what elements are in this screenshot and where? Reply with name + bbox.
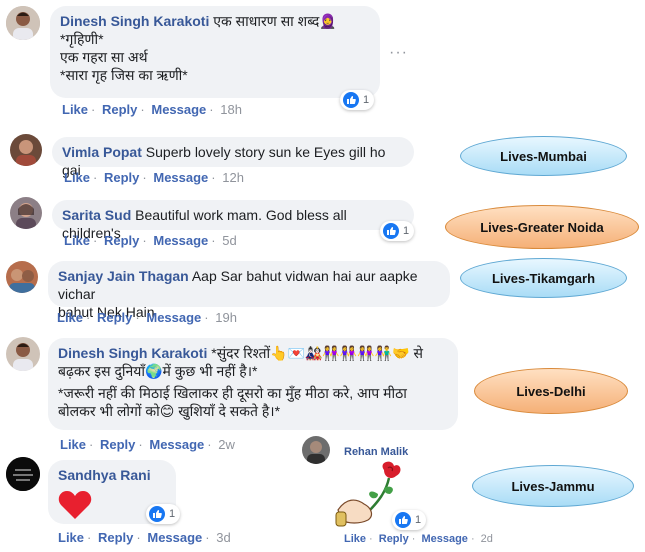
like-reaction-icon [395, 512, 411, 528]
like-reaction-icon [343, 92, 359, 108]
more-options-icon[interactable]: ··· [389, 44, 408, 62]
timestamp[interactable]: 2d [481, 533, 493, 545]
like-reaction-icon [149, 506, 165, 522]
avatar[interactable] [10, 134, 42, 166]
reaction-count[interactable]: 1 [146, 504, 181, 524]
comment-actions: Like · Reply · Message · 2d [344, 533, 493, 545]
like-link[interactable]: Like [64, 233, 90, 248]
comment-text: *गृहिणी* [60, 31, 104, 47]
comment-bubble: Sarita Sud Beautiful work mam. God bless… [52, 200, 414, 241]
timestamp[interactable]: 18h [220, 102, 242, 117]
like-link[interactable]: Like [60, 437, 86, 452]
avatar[interactable] [6, 457, 40, 491]
reply-link[interactable]: Reply [97, 310, 132, 325]
commenter-name[interactable]: Vimla Popat [62, 144, 142, 160]
message-link[interactable]: Message [153, 233, 208, 248]
timestamp[interactable]: 19h [215, 310, 237, 325]
comment-text: *सुंदर रिश्तों👆💌🎎👭👭👭👫🤝 से [211, 345, 423, 361]
message-link[interactable]: Message [151, 102, 206, 117]
message-link[interactable]: Message [147, 530, 202, 545]
avatar[interactable] [6, 261, 38, 293]
timestamp[interactable]: 2w [218, 437, 235, 452]
comment-actions: Like · Reply · Message · 5d [64, 233, 237, 248]
like-link[interactable]: Like [344, 533, 366, 545]
like-link[interactable]: Like [57, 310, 83, 325]
like-link[interactable]: Like [58, 530, 84, 545]
like-link[interactable]: Like [64, 170, 90, 185]
like-link[interactable]: Like [62, 102, 88, 117]
message-link[interactable]: Message [149, 437, 204, 452]
comment-actions: Like · Reply · Message · 18h [62, 102, 242, 117]
comment-actions: Like · Reply · Message · 2w [60, 437, 235, 452]
reply-link[interactable]: Reply [100, 437, 135, 452]
location-label: Lives-Tikamgarh [460, 258, 627, 298]
comment-actions: Like · Reply · Message · 19h [57, 310, 237, 325]
reply-link[interactable]: Reply [379, 533, 409, 545]
comment-bubble: Sanjay Jain Thagan Aap Sar bahut vidwan … [48, 261, 450, 320]
reply-link[interactable]: Reply [102, 102, 137, 117]
message-link[interactable]: Message [153, 170, 208, 185]
heart-icon [58, 491, 92, 519]
comment-text: *जरूरी नहीं की मिठाई खिलाकर ही दूसरो का … [58, 385, 407, 401]
commenter-name[interactable]: Sarita Sud [62, 207, 131, 223]
timestamp[interactable]: 12h [222, 170, 244, 185]
timestamp[interactable]: 3d [216, 530, 230, 545]
comment-text: *सारा गृह जिस का ऋणी* [60, 67, 188, 83]
reaction-count[interactable]: 1 [392, 510, 427, 530]
reply-link[interactable]: Reply [104, 233, 139, 248]
comment-bubble: Vimla Popat Superb lovely story sun ke E… [52, 137, 414, 178]
like-reaction-icon [383, 223, 399, 239]
avatar[interactable] [302, 436, 330, 464]
comment-text: एक साधारण सा शब्द🧕 [213, 13, 337, 29]
reply-link[interactable]: Reply [98, 530, 133, 545]
comment-actions: Like · Reply · Message · 3d [58, 530, 231, 545]
avatar[interactable] [6, 6, 40, 40]
message-link[interactable]: Message [146, 310, 201, 325]
location-label: Lives-Mumbai [460, 136, 627, 176]
comment-bubble: Dinesh Singh Karakoti एक साधारण सा शब्द🧕… [50, 6, 380, 98]
comment-text: बोलकर भी लोगों को😊 खुशियाँ दे सकते है।* [58, 403, 281, 419]
reaction-count[interactable]: 1 [380, 221, 415, 241]
commenter-name[interactable]: Dinesh Singh Karakoti [58, 345, 207, 361]
message-link[interactable]: Message [421, 533, 467, 545]
commenter-name[interactable]: Sandhya Rani [58, 467, 151, 483]
timestamp[interactable]: 5d [222, 233, 236, 248]
location-label: Lives-Greater Noida [445, 205, 639, 249]
commenter-name[interactable]: Sanjay Jain Thagan [58, 268, 189, 284]
comment-actions: Like · Reply · Message · 12h [64, 170, 244, 185]
commenter-name[interactable]: Dinesh Singh Karakoti [60, 13, 209, 29]
reply-link[interactable]: Reply [104, 170, 139, 185]
commenter-name[interactable]: Rehan Malik [344, 446, 408, 458]
avatar[interactable] [10, 197, 42, 229]
comment-text: बढ़कर इस दुनियाँ🌍में कुछ भी नहीं है।* [58, 363, 258, 379]
comment-text: एक गहरा सा अर्थ [60, 49, 148, 65]
location-label: Lives-Jammu [472, 465, 634, 507]
reaction-count[interactable]: 1 [340, 90, 375, 110]
comment-bubble: Dinesh Singh Karakoti *सुंदर रिश्तों👆💌🎎👭… [48, 338, 458, 430]
location-label: Lives-Delhi [474, 368, 628, 414]
avatar[interactable] [6, 337, 40, 371]
